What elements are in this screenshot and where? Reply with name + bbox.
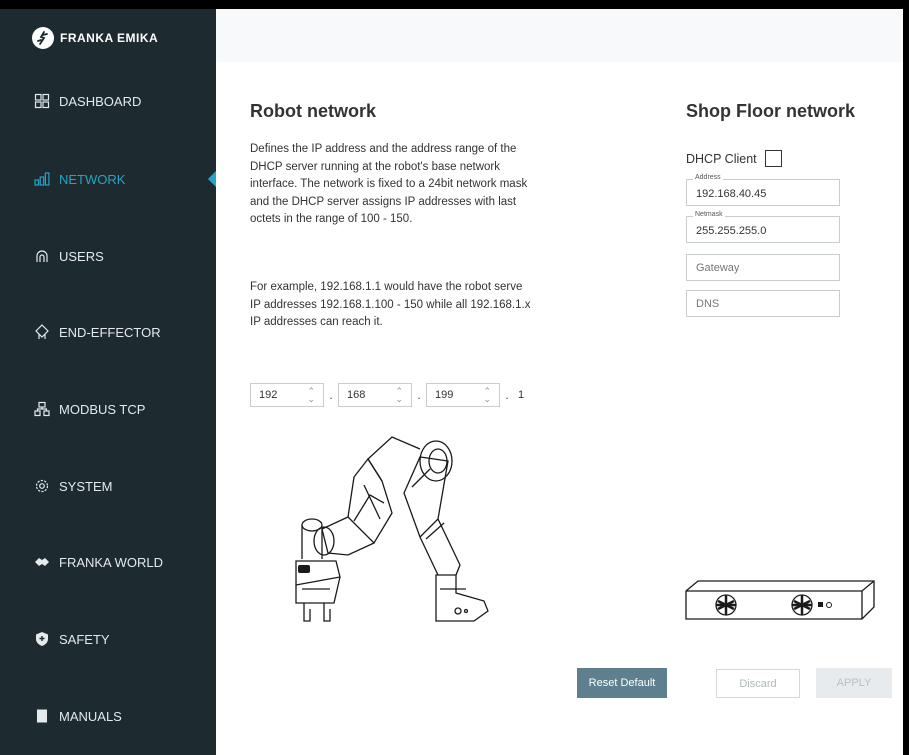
- sidebar-item-network[interactable]: NETWORK: [34, 168, 216, 190]
- ip-separator: .: [329, 388, 333, 402]
- ip-separator: .: [417, 388, 421, 402]
- gateway-field[interactable]: Gateway: [686, 254, 840, 281]
- controller-illustration: [685, 580, 875, 620]
- modbus-icon: [34, 401, 50, 417]
- users-icon: [34, 248, 50, 264]
- dns-field[interactable]: DNS: [686, 290, 840, 317]
- sidebar: FRANKA EMIKA DASHBOARD NETWORK USERS END…: [0, 9, 216, 755]
- dhcp-client-checkbox[interactable]: [764, 150, 782, 167]
- address-value: 192.168.40.45: [696, 188, 767, 200]
- ip-octet-3-value: 199: [435, 389, 454, 401]
- dashboard-icon: [34, 93, 50, 109]
- sidebar-item-label: NETWORK: [59, 171, 126, 187]
- sidebar-item-franka-world[interactable]: FRANKA WORLD: [34, 551, 216, 573]
- sidebar-item-label: SAFETY: [59, 631, 110, 647]
- shield-icon: [34, 631, 50, 647]
- gear-icon: [34, 478, 50, 494]
- sidebar-item-label: DASHBOARD: [59, 93, 142, 109]
- sidebar-item-label: USERS: [59, 248, 104, 264]
- sidebar-item-label: FRANKA WORLD: [59, 554, 164, 570]
- robot-arm-illustration: [295, 436, 489, 622]
- gateway-placeholder: Gateway: [696, 262, 740, 274]
- apply-button[interactable]: APPLY: [816, 668, 892, 698]
- sidebar-item-label: END-EFFECTOR: [59, 324, 161, 340]
- address-label: Address: [693, 174, 723, 181]
- sidebar-item-end-effector[interactable]: END-EFFECTOR: [34, 321, 216, 343]
- top-bar: [216, 9, 909, 62]
- spinner-icon[interactable]: ⌃ ⌄: [483, 387, 491, 404]
- sidebar-item-label: MANUALS: [59, 708, 122, 724]
- robot-network-title: Robot network: [250, 101, 376, 121]
- spinner-icon[interactable]: ⌃ ⌄: [307, 387, 315, 404]
- dhcp-client-toggle: DHCP Client: [686, 150, 782, 167]
- discard-button[interactable]: Discard: [716, 669, 800, 698]
- active-indicator: [208, 171, 216, 187]
- ip-octet-4-value: 1: [518, 389, 525, 401]
- dhcp-client-label: DHCP Client: [686, 151, 757, 166]
- ip-octet-3-stepper[interactable]: 199 ⌃ ⌄: [426, 383, 500, 407]
- brand[interactable]: FRANKA EMIKA: [32, 26, 158, 50]
- netmask-label: Netmask: [693, 211, 725, 218]
- network-icon: [34, 171, 50, 187]
- ip-octet-1-stepper[interactable]: 192 ⌃ ⌄: [250, 383, 324, 407]
- spinner-icon[interactable]: ⌃ ⌄: [395, 387, 403, 404]
- sidebar-item-system[interactable]: SYSTEM: [34, 475, 216, 497]
- ip-octet-1-value: 192: [259, 389, 278, 401]
- book-icon: [34, 708, 50, 724]
- franka-logo-icon: [32, 27, 54, 49]
- address-field[interactable]: Address 192.168.40.45: [686, 174, 840, 206]
- netmask-value: 255.255.255.0: [696, 225, 767, 237]
- sidebar-item-label: SYSTEM: [59, 478, 113, 494]
- reset-default-button[interactable]: Reset Default: [577, 668, 667, 698]
- end-effector-icon: [34, 324, 50, 340]
- sidebar-item-safety[interactable]: SAFETY: [34, 628, 216, 650]
- ip-octet-2-stepper[interactable]: 168 ⌃ ⌄: [338, 383, 412, 407]
- shop-floor-title: Shop Floor network: [686, 101, 855, 121]
- ip-separator: .: [505, 388, 509, 402]
- sidebar-item-dashboard[interactable]: DASHBOARD: [34, 90, 216, 112]
- brand-name: FRANKA EMIKA: [60, 31, 159, 45]
- robot-network-description: Defines the IP address and the address r…: [250, 143, 528, 225]
- netmask-field[interactable]: Netmask 255.255.255.0: [686, 211, 840, 243]
- sidebar-item-manuals[interactable]: MANUALS: [34, 705, 216, 727]
- sidebar-item-users[interactable]: USERS: [34, 245, 216, 267]
- ip-octet-2-value: 168: [347, 389, 366, 401]
- robot-ip-input: 192 ⌃ ⌄ . 168 ⌃ ⌄ . 199 ⌃ ⌄ . 1: [250, 383, 524, 407]
- robot-network-example: For example, 192.168.1.1 would have the …: [250, 281, 531, 328]
- franka-world-icon: [34, 554, 50, 570]
- dns-placeholder: DNS: [696, 298, 720, 310]
- sidebar-item-modbus-tcp[interactable]: MODBUS TCP: [34, 398, 216, 420]
- sidebar-item-label: MODBUS TCP: [59, 401, 146, 417]
- window-edge: [903, 9, 909, 755]
- main-content: Robot network Defines the IP address and…: [216, 9, 909, 755]
